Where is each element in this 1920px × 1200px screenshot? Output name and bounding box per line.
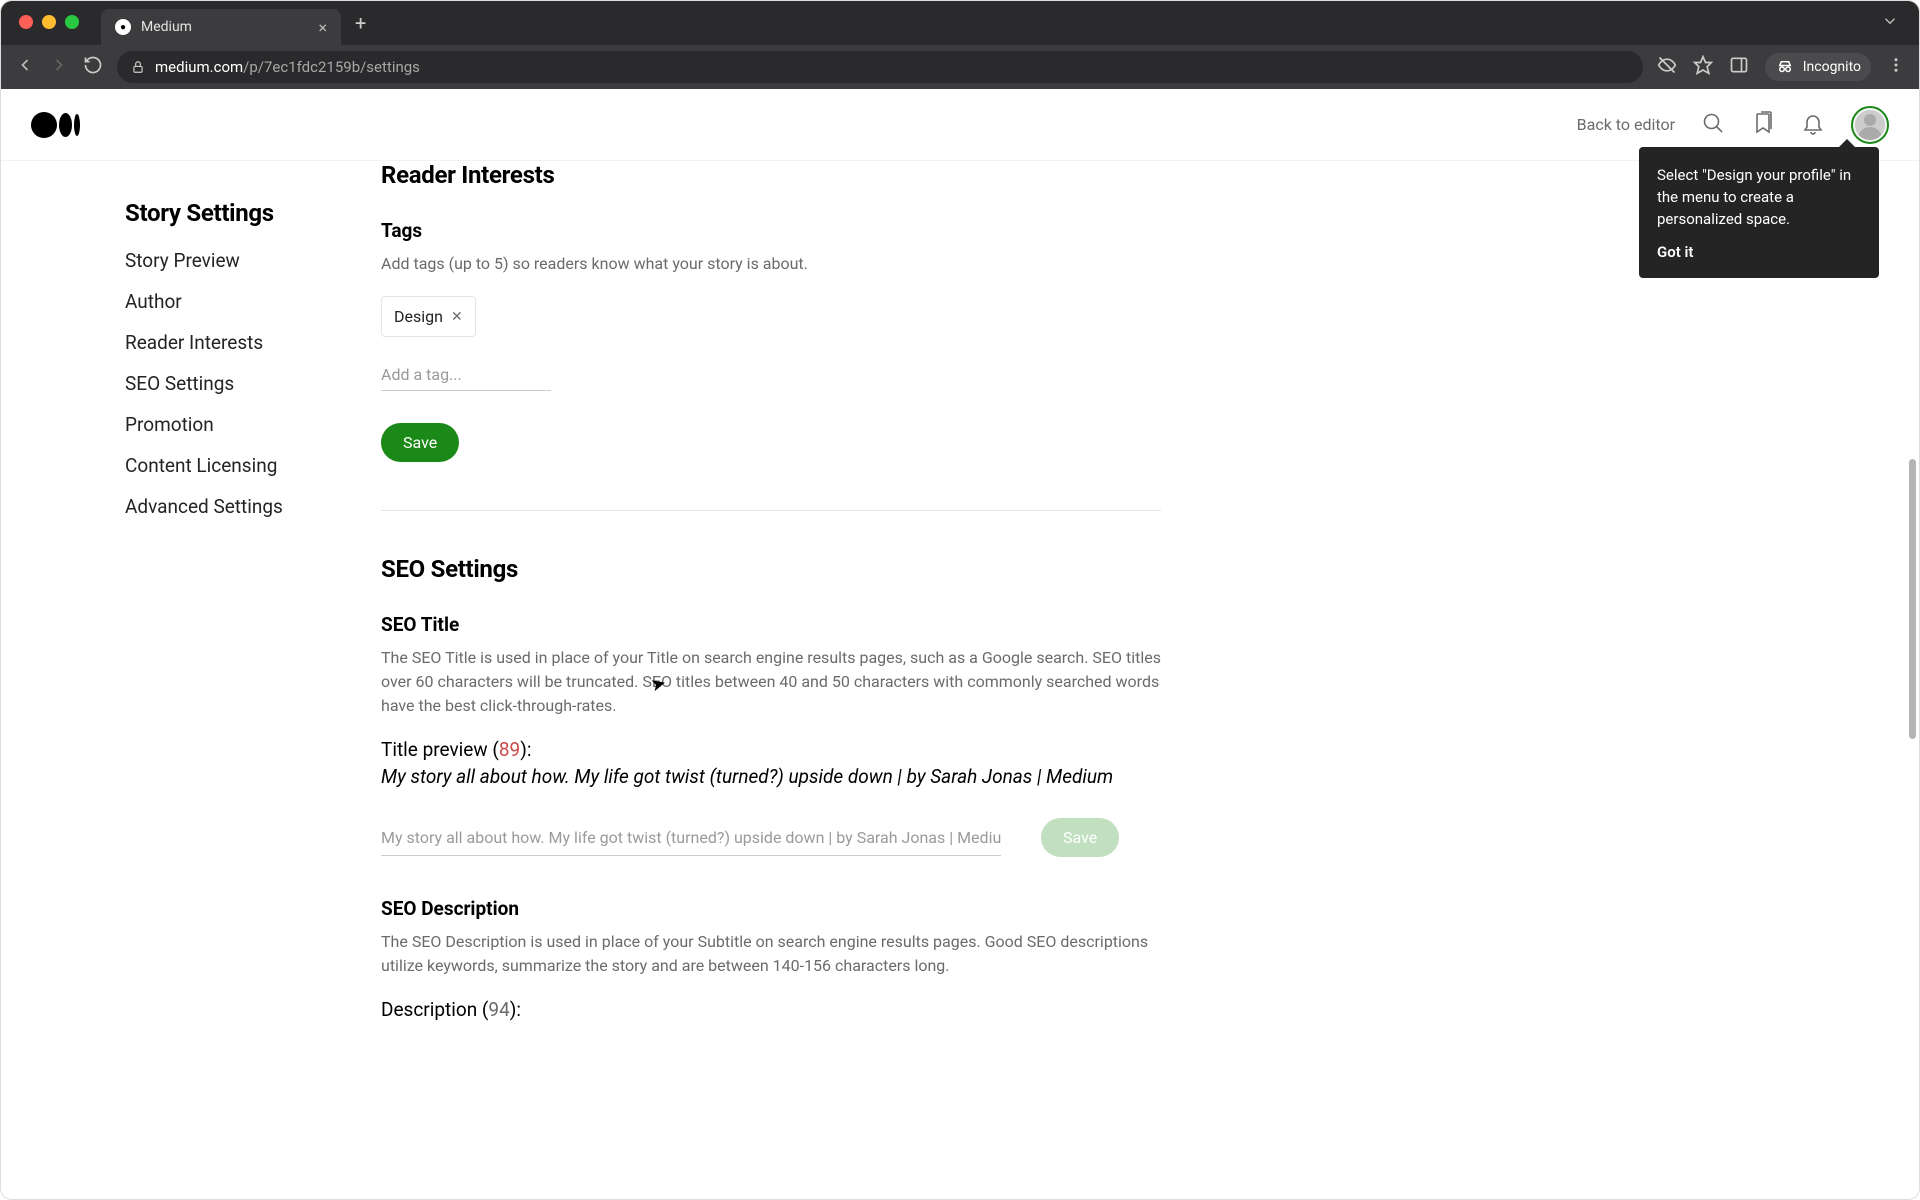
page-header: Back to editor <box>1 89 1919 161</box>
sidebar-item-seo-settings[interactable]: SEO Settings <box>125 372 321 395</box>
sidebar-title: Story Settings <box>125 199 321 227</box>
tag-chip: Design ✕ <box>381 296 476 337</box>
avatar-silhouette-icon <box>1855 110 1885 140</box>
browser-tab[interactable]: ● Medium × <box>101 9 341 45</box>
section-divider <box>381 510 1161 511</box>
panel-icon[interactable] <box>1729 55 1749 79</box>
search-icon[interactable] <box>1701 111 1725 139</box>
tag-input[interactable] <box>381 359 551 391</box>
sidebar-item-advanced-settings[interactable]: Advanced Settings <box>125 495 321 518</box>
seo-title-input[interactable] <box>381 820 1001 856</box>
sidebar-item-reader-interests[interactable]: Reader Interests <box>125 331 321 354</box>
notifications-icon[interactable] <box>1801 111 1825 139</box>
tab-close-icon[interactable]: × <box>318 18 327 37</box>
url-bar[interactable]: medium.com/p/7ec1fdc2159b/settings <box>117 51 1643 83</box>
medium-logo[interactable] <box>31 112 80 138</box>
description-preview-label: Description (94): <box>381 998 1161 1021</box>
sidebar-item-author[interactable]: Author <box>125 290 321 313</box>
seo-title-description: The SEO Title is used in place of your T… <box>381 646 1161 718</box>
seo-settings-heading: SEO Settings <box>381 555 1161 583</box>
favicon-icon: ● <box>115 19 131 35</box>
address-bar: medium.com/p/7ec1fdc2159b/settings Incog… <box>1 45 1919 89</box>
tags-description: Add tags (up to 5) so readers know what … <box>381 252 1161 276</box>
tags-heading: Tags <box>381 219 1161 242</box>
browser-tab-bar: ● Medium × + <box>1 1 1919 45</box>
seo-title-heading: SEO Title <box>381 613 1161 636</box>
tags-save-button[interactable]: Save <box>381 423 459 462</box>
tabs-overflow-icon[interactable] <box>1881 12 1899 34</box>
incognito-label: Incognito <box>1803 59 1861 75</box>
incognito-icon <box>1775 57 1795 77</box>
seo-description-text: The SEO Description is used in place of … <box>381 930 1161 978</box>
tag-remove-icon[interactable]: ✕ <box>451 309 463 325</box>
tooltip-text: Select "Design your profile" in the menu… <box>1657 165 1861 230</box>
tag-chip-label: Design <box>394 307 443 326</box>
window-maximize[interactable] <box>65 15 79 29</box>
title-char-count: 89 <box>499 738 520 761</box>
url-domain: medium.com <box>155 58 243 76</box>
lock-icon <box>131 60 145 74</box>
seo-description-heading: SEO Description <box>381 897 1161 920</box>
profile-hint-tooltip: Select "Design your profile" in the menu… <box>1639 147 1879 278</box>
avatar[interactable] <box>1851 106 1889 144</box>
sidebar-item-content-licensing[interactable]: Content Licensing <box>125 454 321 477</box>
title-preview-label: Title preview (89): <box>381 738 1161 761</box>
reload-icon[interactable] <box>83 55 103 79</box>
nav-forward-icon <box>49 55 69 79</box>
reader-interests-heading: Reader Interests <box>381 161 1161 189</box>
incognito-badge[interactable]: Incognito <box>1765 53 1871 81</box>
sidebar-item-story-preview[interactable]: Story Preview <box>125 249 321 272</box>
bookmarks-icon[interactable] <box>1751 111 1775 139</box>
url-path: /p/7ec1fdc2159b/settings <box>243 58 420 76</box>
scrollbar[interactable] <box>1909 459 1916 739</box>
tab-title: Medium <box>141 19 192 35</box>
tracking-icon[interactable] <box>1657 55 1677 79</box>
sidebar-item-promotion[interactable]: Promotion <box>125 413 321 436</box>
back-to-editor-link[interactable]: Back to editor <box>1577 115 1675 134</box>
new-tab-button[interactable]: + <box>355 11 366 35</box>
settings-sidebar: Story Settings Story Preview Author Read… <box>1 161 321 1199</box>
window-close[interactable] <box>19 15 33 29</box>
window-minimize[interactable] <box>42 15 56 29</box>
bookmark-star-icon[interactable] <box>1693 55 1713 79</box>
seo-title-save-button[interactable]: Save <box>1041 818 1119 857</box>
title-preview-text: My story all about how. My life got twis… <box>381 765 1161 788</box>
nav-back-icon[interactable] <box>15 55 35 79</box>
tooltip-got-it-button[interactable]: Got it <box>1657 242 1861 264</box>
description-char-count: 94 <box>488 998 509 1021</box>
browser-menu-icon[interactable] <box>1887 56 1905 78</box>
